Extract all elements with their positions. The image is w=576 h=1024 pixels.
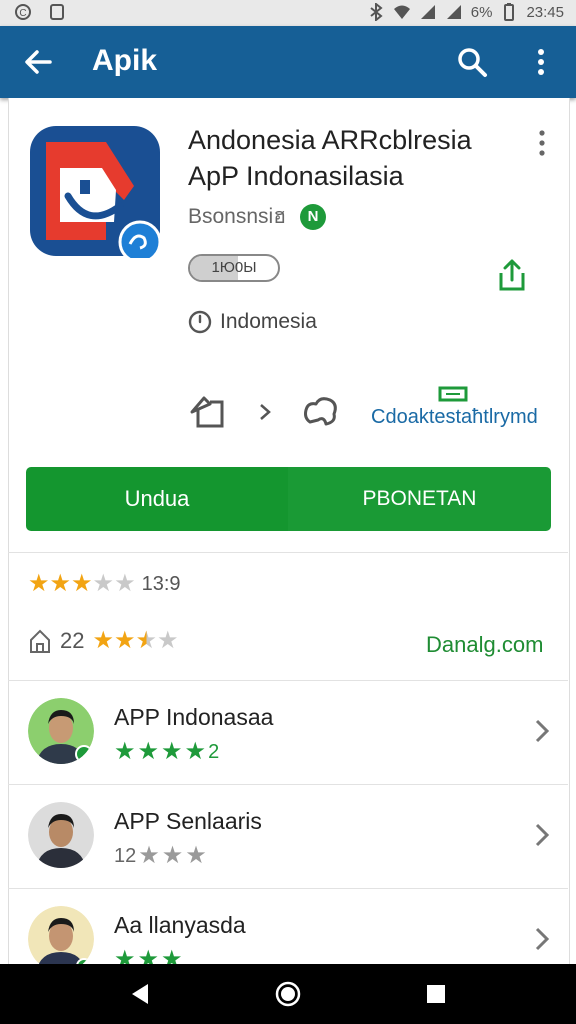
website-link[interactable]: Danalg.com	[426, 632, 543, 658]
list-item[interactable]: APP Senlaaris 12 ★ ★ ★	[8, 784, 568, 888]
rating-count: 13:9	[141, 573, 181, 595]
home-circle-icon[interactable]	[274, 980, 302, 1008]
star-half-icon: ★	[135, 627, 158, 654]
developer-row: Bsonsnsiฮ N	[188, 200, 327, 233]
avatar	[28, 698, 94, 764]
review-title: APP Indonasaa	[114, 704, 274, 730]
battery-percent: 6%	[470, 3, 493, 21]
star-rating: ★★★★	[92, 628, 178, 654]
back-triangle-icon[interactable]	[126, 980, 154, 1008]
share-icon[interactable]	[496, 258, 528, 292]
star-icon: ★	[28, 570, 50, 597]
notification-circle-icon: C	[15, 4, 31, 20]
open-button[interactable]: PBONETAN	[288, 467, 551, 531]
list-item[interactable]: APP Indonasaa ★ ★ ★ ★ 2	[8, 680, 568, 784]
downloads-row: 22 ★★★★	[28, 628, 179, 654]
review-stars: 12 ★ ★ ★	[114, 844, 207, 868]
star-rating: ★★★★★	[28, 572, 136, 597]
star-icon: ★	[138, 842, 160, 869]
clock: 23:45	[526, 3, 564, 21]
star-icon: ★	[161, 842, 184, 869]
star-icon: ★	[157, 627, 179, 654]
avatar	[28, 906, 94, 972]
app-bar: Apik	[0, 26, 576, 98]
star-icon: ★	[161, 738, 183, 765]
avatar	[28, 802, 94, 868]
signal-icon	[446, 5, 461, 19]
battery-icon	[504, 3, 515, 21]
review-title: Aa Ɩlanyasda	[114, 912, 246, 938]
divider	[8, 552, 568, 553]
recents-square-icon[interactable]	[422, 980, 450, 1008]
system-nav-bar	[0, 964, 576, 1024]
action-row: Cdoaktestaħtlrymd	[188, 386, 558, 446]
install-icon[interactable]	[190, 392, 226, 430]
review-title: APP Senlaaris	[114, 808, 262, 834]
signal-icon	[420, 5, 435, 19]
message-icon[interactable]	[438, 386, 468, 404]
bluetooth-icon	[370, 3, 383, 21]
review-prefix: 12	[114, 844, 137, 867]
star-icon: ★	[49, 570, 72, 597]
chevron-right-icon[interactable]	[534, 822, 550, 848]
star-icon: ★	[71, 570, 93, 597]
action-label[interactable]: Cdoaktestaħtlrymd	[371, 406, 538, 429]
chevron-right-icon[interactable]	[534, 718, 550, 744]
downloads-value: 22	[60, 628, 85, 653]
version-badge: 1Ю0Ы	[188, 254, 280, 282]
arrow-left-icon[interactable]	[22, 46, 54, 78]
app-title: Andonesia ARRcblresia ApP Indonasilasia	[188, 125, 472, 191]
review-suffix: 2	[208, 740, 220, 763]
app-bar-title: Apik	[92, 44, 158, 77]
app-notification-icon	[50, 4, 64, 20]
star-icon: ★	[137, 738, 160, 765]
star-icon: ★	[114, 570, 136, 597]
star-icon: ★	[184, 738, 207, 765]
clock-icon	[188, 310, 212, 334]
svg-text:C: C	[19, 8, 26, 19]
more-vertical-icon[interactable]	[532, 128, 552, 160]
region-label: Indomesia	[220, 310, 317, 333]
developer-name[interactable]: Bsonsnsiฮ	[188, 200, 286, 233]
cloud-icon[interactable]	[302, 394, 340, 428]
status-bar: C 6% 23:45	[0, 0, 576, 26]
install-button[interactable]: Undua	[26, 467, 288, 531]
app-logo-icon	[30, 126, 162, 258]
version-badge-label: 1Ю0Ы	[211, 259, 257, 276]
chevron-right-icon[interactable]	[534, 926, 550, 952]
star-icon: ★	[114, 627, 136, 654]
review-stars: ★ ★ ★ ★ 2	[114, 740, 219, 764]
chevron-right-icon[interactable]	[258, 402, 272, 422]
wifi-icon	[393, 5, 410, 19]
verified-badge-icon: N	[300, 203, 327, 230]
search-icon[interactable]	[456, 46, 488, 78]
region-row: Indomesia	[188, 310, 317, 334]
star-icon: ★	[92, 627, 114, 654]
more-vertical-icon[interactable]	[530, 46, 552, 78]
star-icon: ★	[185, 842, 207, 869]
house-icon	[30, 629, 50, 653]
star-icon: ★	[92, 570, 115, 597]
star-icon: ★	[114, 738, 136, 765]
rating-summary: ★★★★★ 13:9	[28, 572, 181, 597]
